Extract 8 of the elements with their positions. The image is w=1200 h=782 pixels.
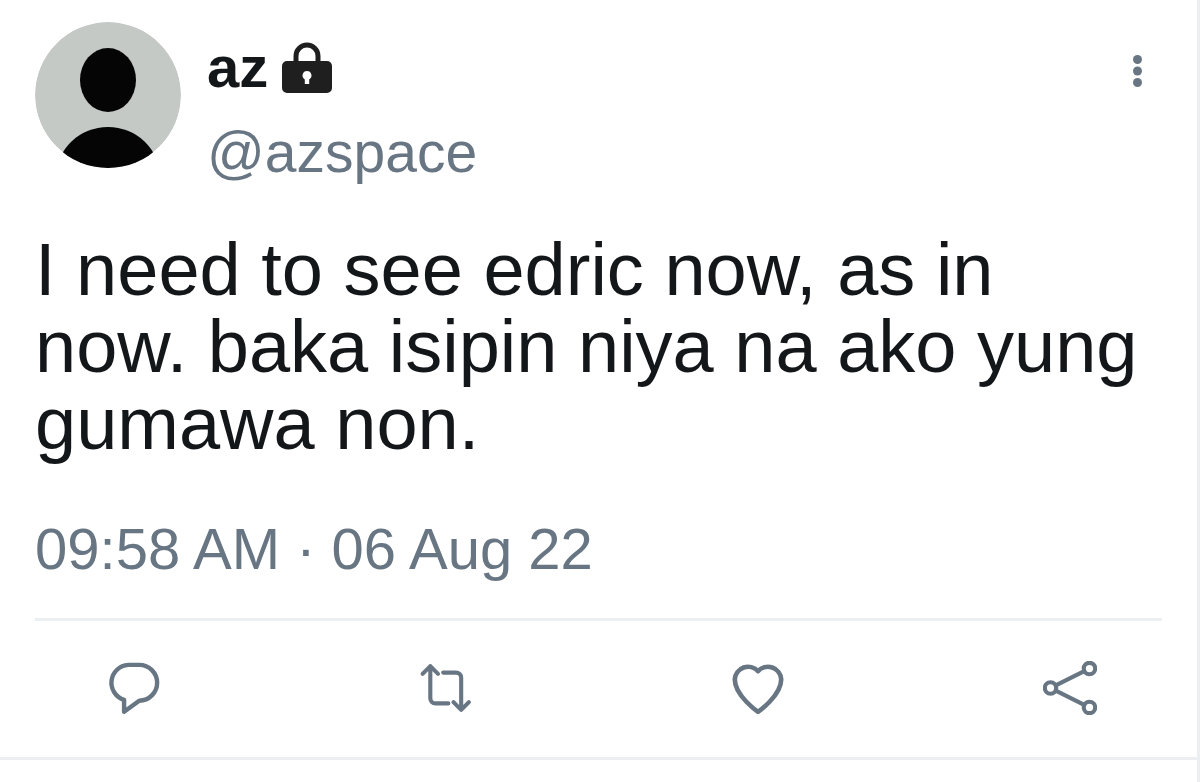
avatar-silhouette-icon[interactable]: [35, 22, 181, 168]
kebab-menu-icon[interactable]: [1131, 53, 1144, 89]
heart-icon[interactable]: [731, 661, 785, 715]
speech-bubble-icon[interactable]: [107, 661, 161, 715]
tweet-text: I need to see edric now, as in now. baka isipin niya na ako yung gumawa non.: [35, 231, 1139, 462]
share-icon[interactable]: [1043, 661, 1097, 715]
repeat-arrows-icon[interactable]: [419, 661, 473, 715]
user-name: az: [207, 38, 269, 96]
